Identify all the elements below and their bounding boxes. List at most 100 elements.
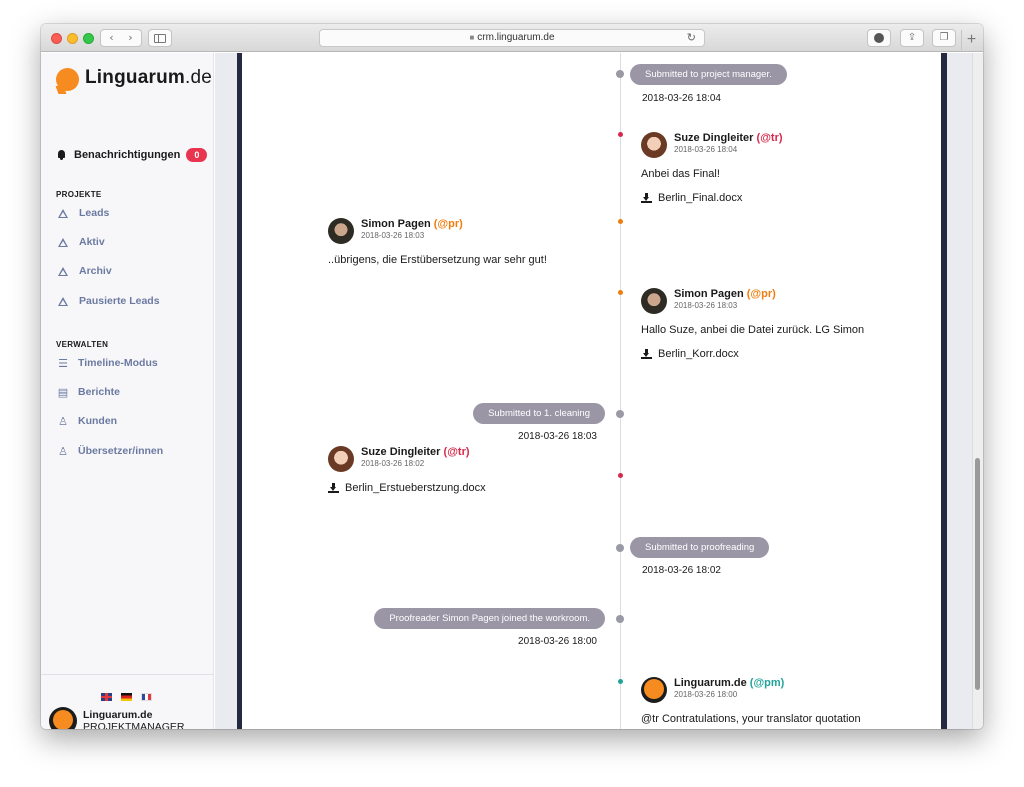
author-name: Simon Pagen <box>674 288 744 300</box>
browser-window: ‹ › ■ crm.linguarum.de ↻ ⇪ ❐ + Linguarum.d… <box>41 24 983 729</box>
sidebar-item-label: Berichte <box>78 386 121 398</box>
sidebar-divider <box>41 674 214 675</box>
sidebar-item-timeline-modus[interactable]: ☰ Timeline-Modus <box>57 357 158 369</box>
timeline-dot <box>616 615 624 623</box>
notifications-link[interactable]: Benachrichtigungen 0 <box>57 148 208 162</box>
timeline-dot <box>616 410 624 418</box>
language-switcher <box>101 693 152 701</box>
download-icon <box>641 193 652 203</box>
timeline-line <box>620 53 621 729</box>
sidebar: Linguarum.de Benachrichtigungen 0 PROJEK… <box>41 53 214 729</box>
event-timestamp: 2018-03-26 18:02 <box>642 565 721 576</box>
user-role: PROJEKTMANAGER <box>83 721 185 729</box>
avatar <box>641 677 667 703</box>
history-nav: ‹ › <box>100 29 142 47</box>
author-role: (@tr) <box>443 446 470 458</box>
timeline-message: Linguarum.de (@pm) 2018-03-26 18:00 @tr … <box>641 677 911 729</box>
author-name: Suze Dingleiter <box>361 446 441 458</box>
zoom-window-button[interactable] <box>83 33 94 44</box>
status-pill: Submitted to proofreading <box>630 537 770 558</box>
address-bar[interactable]: ■ crm.linguarum.de ↻ <box>319 29 705 47</box>
download-icon <box>641 349 652 359</box>
new-tab-button[interactable]: + <box>961 30 981 50</box>
event-timestamp: 2018-03-26 18:00 <box>518 636 597 647</box>
document-icon: ▤ <box>57 385 69 399</box>
sidebar-item-berichte[interactable]: ▤ Berichte <box>57 386 120 398</box>
triangle-icon <box>58 296 68 306</box>
back-button[interactable]: ‹ <box>102 30 121 46</box>
sidebar-item-uebersetzer[interactable]: ♙ Übersetzer/innen <box>57 445 163 457</box>
flag-fr-icon[interactable] <box>141 693 152 701</box>
author-role: (@pr) <box>433 218 463 230</box>
timeline-message: Suze Dingleiter (@tr) 2018-03-26 18:02 B… <box>328 446 486 494</box>
triangle-icon <box>58 208 68 218</box>
share-icon: ⇪ <box>907 32 917 43</box>
sidebar-toggle-button[interactable] <box>148 29 172 47</box>
url-text: crm.linguarum.de <box>477 32 555 43</box>
tabs-overview-button[interactable]: ❐ <box>932 29 956 47</box>
timeline-message: Simon Pagen (@pr) 2018-03-26 18:03 Hallo… <box>641 288 864 360</box>
timeline-dot <box>618 290 623 295</box>
avatar <box>641 288 667 314</box>
sidebar-item-label: Leads <box>79 207 110 219</box>
attachment-link[interactable]: Berlin_Final.docx <box>641 192 783 204</box>
message-date: 2018-03-26 18:03 <box>361 231 425 240</box>
author-name: Linguarum.de <box>674 677 747 689</box>
sidebar-item-kunden[interactable]: ♙ Kunden <box>57 415 117 427</box>
triangle-icon <box>58 266 68 276</box>
main-content: Submitted to project manager. 2018-03-26… <box>215 53 983 729</box>
attachment-link[interactable]: Berlin_Korr.docx <box>641 348 864 360</box>
author-name: Simon Pagen <box>361 218 431 230</box>
author-role: (@pr) <box>746 288 776 300</box>
status-pill: Proofreader Simon Pagen joined the workr… <box>374 608 605 629</box>
reload-icon[interactable]: ↻ <box>687 30 696 46</box>
share-button[interactable]: ⇪ <box>900 29 924 47</box>
author-role: (@tr) <box>756 132 783 144</box>
flag-de-icon[interactable] <box>121 693 132 701</box>
flag-en-icon[interactable] <box>101 693 112 701</box>
scrollbar-thumb[interactable] <box>975 458 980 690</box>
sidebar-icon <box>154 34 166 43</box>
bell-icon <box>57 150 66 160</box>
minimize-window-button[interactable] <box>67 33 78 44</box>
download-icon <box>874 33 884 43</box>
user-icon: ♙ <box>58 444 68 458</box>
downloads-button[interactable] <box>867 29 891 47</box>
timeline-dot <box>616 544 624 552</box>
close-window-button[interactable] <box>51 33 62 44</box>
timeline-dot <box>618 132 623 137</box>
timeline-panel: Submitted to project manager. 2018-03-26… <box>242 53 941 729</box>
sidebar-item-label: Aktiv <box>79 236 105 248</box>
forward-button[interactable]: › <box>121 30 140 46</box>
sliders-icon: ☰ <box>58 356 68 370</box>
download-icon <box>328 483 339 493</box>
section-title-projects: PROJEKTE <box>56 190 102 199</box>
timeline-dot <box>616 70 624 78</box>
attachment-link[interactable]: Berlin_Erstueberstzung.docx <box>328 482 486 494</box>
message-date: 2018-03-26 18:02 <box>361 459 425 468</box>
avatar <box>328 446 354 472</box>
sidebar-item-aktiv[interactable]: Aktiv <box>57 236 105 248</box>
status-pill: Submitted to project manager. <box>630 64 787 85</box>
event-timestamp: 2018-03-26 18:04 <box>642 93 721 104</box>
message-date: 2018-03-26 18:03 <box>674 301 738 310</box>
sidebar-item-leads[interactable]: Leads <box>57 207 109 219</box>
timeline-dot <box>618 679 623 684</box>
sidebar-item-label: Übersetzer/innen <box>78 445 164 457</box>
message-text: Anbei das Final! <box>641 168 720 180</box>
user-icon: ♙ <box>58 414 68 428</box>
tabs-icon: ❐ <box>939 32 949 43</box>
browser-toolbar: ‹ › ■ crm.linguarum.de ↻ ⇪ ❐ + <box>41 24 983 52</box>
sidebar-item-archiv[interactable]: Archiv <box>57 265 112 277</box>
timeline-message: Suze Dingleiter (@tr) 2018-03-26 18:04 A… <box>641 132 783 204</box>
author-name: Suze Dingleiter <box>674 132 754 144</box>
sidebar-item-pausierte-leads[interactable]: Pausierte Leads <box>57 295 160 307</box>
logo-text: Linguarum.de <box>85 67 212 88</box>
message-date: 2018-03-26 18:04 <box>674 145 738 154</box>
lock-icon: ■ <box>469 33 475 42</box>
timeline-dot <box>618 219 623 224</box>
current-user[interactable]: Linguarum.de PROJEKTMANAGER <box>49 707 185 729</box>
avatar <box>641 132 667 158</box>
status-pill: Submitted to 1. cleaning <box>473 403 605 424</box>
user-name: Linguarum.de <box>83 709 153 721</box>
